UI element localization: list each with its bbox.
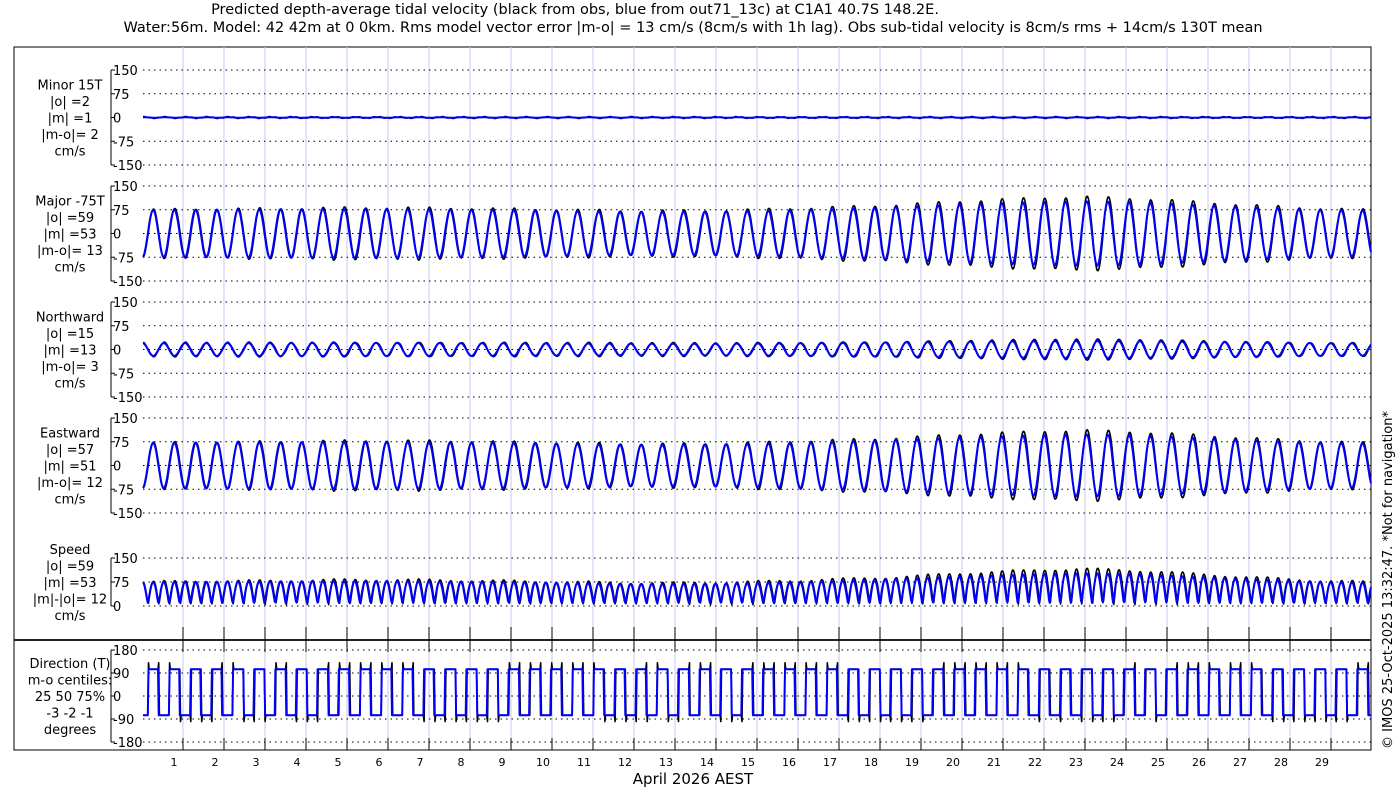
x-tick-label: 8	[458, 756, 465, 769]
panel-label: |o| =15	[46, 327, 94, 342]
panel-label: |m| =53	[44, 228, 97, 243]
panel-major: Major -75T|o| =59 |m| =53|m-o|= 13 cm/s 150…	[35, 180, 1372, 290]
panel-label: cm/s	[55, 377, 86, 392]
x-tick-label: 26	[1192, 756, 1206, 769]
y-tick-label: -180	[113, 736, 143, 751]
panel-label: Minor 15T	[38, 79, 103, 94]
panel-label: Speed	[50, 543, 91, 558]
x-tick-label: 21	[987, 756, 1001, 769]
panel-label: Eastward	[40, 427, 100, 442]
x-tick-label: 12	[618, 756, 632, 769]
panel-minor: Minor 15T|o| =2 |m| =1|m-o|= 2 cm/s 150 75 0 -…	[38, 64, 1372, 174]
x-tick-label: 2	[212, 756, 219, 769]
panel-label: Direction (T)	[30, 657, 111, 672]
x-tick-label: 13	[659, 756, 673, 769]
y-tick-label: 75	[113, 320, 130, 335]
x-tick-label: 23	[1069, 756, 1083, 769]
panel-label: |m| =13	[44, 344, 97, 359]
y-tick-label: 0	[113, 600, 121, 615]
y-tick-label: 0	[113, 228, 121, 243]
panel-north: Northward|o| =15 |m| =13|m-o|= 3 cm/s 150 75…	[36, 296, 1372, 406]
x-axis-label: April 2026 AEST	[633, 770, 754, 788]
y-tick-label: -75	[113, 251, 134, 266]
y-tick-label: 75	[113, 436, 130, 451]
y-tick-label: 75	[113, 88, 130, 103]
x-tick-label: 25	[1151, 756, 1165, 769]
y-tick-label: 150	[113, 552, 138, 567]
panel-label: |o| =57	[46, 443, 94, 458]
x-tick-label: 19	[905, 756, 919, 769]
y-tick-label: 150	[113, 412, 138, 427]
x-tick-label: 14	[700, 756, 714, 769]
x-tick-label: 17	[823, 756, 837, 769]
panel-label: cm/s	[55, 493, 86, 508]
watermark: © IMOS 25-Oct-2025 13:32:47. *Not for na…	[1381, 411, 1396, 749]
panel-label: |o| =59	[46, 211, 94, 226]
panel-label: |m|-|o|= 12	[33, 593, 107, 608]
panel-east: Eastward|o| =57 |m| =51|m-o|= 12 cm/s 150 75…	[37, 412, 1372, 522]
y-tick-label: 180	[113, 644, 138, 659]
panel-label: |m| =53	[44, 576, 97, 591]
panel-label: |m-o|= 3	[41, 360, 99, 375]
series-model-minor	[142, 116, 1372, 119]
y-tick-label: -90	[113, 713, 134, 728]
x-tick-label: 27	[1233, 756, 1247, 769]
y-tick-label: -150	[113, 275, 143, 290]
panel-label: Major -75T	[35, 195, 104, 210]
y-tick-label: -75	[113, 367, 134, 382]
panel-speed: Speed |o| =59|m| =53 |m|-|o|= 12cm/s 150 75 0	[33, 543, 1372, 624]
x-tick-label: 29	[1315, 756, 1329, 769]
chart-title: Predicted depth-average tidal velocity (…	[211, 2, 939, 18]
panel-label: cm/s	[55, 145, 86, 160]
panel-label: |m| =51	[44, 460, 97, 475]
panel-label: Northward	[36, 311, 104, 326]
y-tick-label: 0	[113, 460, 121, 475]
y-tick-label: 75	[113, 204, 130, 219]
y-tick-label: 0	[113, 344, 121, 359]
panel-label: 25 50 75%	[35, 690, 105, 705]
y-tick-label: 0	[113, 690, 121, 705]
x-tick-label: 10	[536, 756, 550, 769]
panel-label: |m-o|= 2	[41, 128, 99, 143]
x-tick-label: 4	[294, 756, 301, 769]
y-tick-label: 150	[113, 296, 138, 311]
x-tick-label: 16	[782, 756, 796, 769]
panel-direction: Direction (T) m-o centiles:25 50 75% -3 -2…	[28, 644, 1372, 751]
x-tick-label: 28	[1274, 756, 1288, 769]
x-tick-label: 24	[1110, 756, 1124, 769]
x-tick-label: 9	[499, 756, 506, 769]
x-tick-label: 18	[864, 756, 878, 769]
panel-label: -3 -2 -1	[46, 707, 93, 722]
x-tick-label: 20	[946, 756, 960, 769]
x-tick-label: 15	[741, 756, 755, 769]
y-tick-label: 75	[113, 576, 130, 591]
y-tick-label: 150	[113, 64, 138, 79]
x-tick-label: 3	[253, 756, 260, 769]
panel-label: cm/s	[55, 609, 86, 624]
panel-label: |m| =1	[48, 112, 93, 127]
panel-label: |m-o|= 12	[37, 476, 103, 491]
y-tick-label: -150	[113, 507, 143, 522]
panel-label: m-o centiles:	[28, 674, 113, 689]
x-tick-label: 7	[417, 756, 424, 769]
panel-label: degrees	[44, 723, 97, 738]
panel-label: cm/s	[55, 261, 86, 276]
tidal-velocity-chart: Predicted depth-average tidal velocity (…	[13, 2, 1396, 788]
y-tick-label: 90	[113, 667, 130, 682]
y-tick-label: 150	[113, 180, 138, 195]
x-tick-label: 5	[335, 756, 342, 769]
panel-label: |o| =2	[50, 95, 90, 110]
y-tick-label: -75	[113, 483, 134, 498]
chart-subtitle: Water:56m. Model: 42 42m at 0 0km. Rms m…	[123, 20, 1262, 36]
x-tick-label: 1	[171, 756, 178, 769]
y-tick-label: 0	[113, 112, 121, 127]
x-tick-label: 6	[376, 756, 383, 769]
y-tick-label: -150	[113, 391, 143, 406]
x-tick-label: 22	[1028, 756, 1042, 769]
y-tick-label: -75	[113, 135, 134, 150]
x-tick-label: 11	[577, 756, 591, 769]
y-tick-label: -150	[113, 159, 143, 174]
panel-label: |o| =59	[46, 560, 94, 575]
panel-label: |m-o|= 13	[37, 244, 103, 259]
